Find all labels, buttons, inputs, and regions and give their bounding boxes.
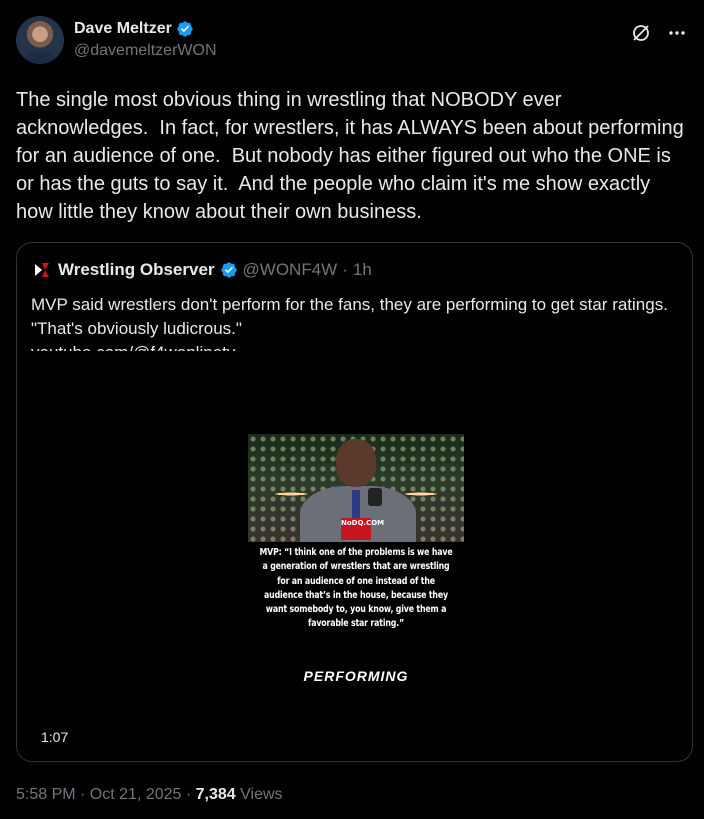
quoted-tweet-header: Wrestling Observer @WONF4W · 1h — [31, 259, 372, 281]
speaker-head — [336, 439, 376, 487]
tweet-text: The single most obvious thing in wrestli… — [16, 89, 690, 223]
quoted-tweet-body: MVP said wrestlers don't perform for the… — [31, 295, 668, 338]
wrestling-observer-avatar[interactable] — [31, 259, 53, 281]
meta-separator: · — [185, 786, 192, 803]
avatar-shirt — [22, 52, 58, 64]
author-display-name[interactable]: Dave Meltzer — [74, 20, 172, 38]
tweet-meta: 5:58 PM · Oct 21, 2025 · 7,384 Views — [16, 786, 283, 804]
quoted-separator: · — [342, 260, 348, 279]
grok-icon[interactable] — [630, 22, 652, 44]
nodq-logo: NoDQ.COM — [341, 518, 384, 540]
author-avatar[interactable] — [16, 16, 64, 64]
quoted-handle[interactable]: @WONF4W — [243, 260, 338, 280]
video-duration: 1:07 — [41, 729, 69, 745]
video-player[interactable]: NoDQ.COM MVP: “I think one of the proble… — [17, 351, 692, 761]
quoted-time[interactable]: 1h — [353, 260, 372, 280]
video-thumbnail: NoDQ.COM — [248, 434, 464, 542]
more-icon[interactable] — [666, 22, 688, 44]
views-label: Views — [240, 786, 283, 803]
quoted-tweet[interactable]: Wrestling Observer @WONF4W · 1h MVP said… — [16, 242, 693, 762]
tweet-timestamp[interactable]: 5:58 PM · Oct 21, 2025 — [16, 786, 181, 803]
views-count: 7,384 — [195, 786, 236, 803]
microphone — [368, 488, 382, 506]
header-actions — [630, 22, 688, 44]
tweet-header: Dave Meltzer @davemeltzerWON — [16, 16, 688, 68]
video-title: PERFORMING — [303, 668, 409, 684]
video-caption: MVP: “I think one of the problems is we … — [259, 547, 453, 630]
verified-badge-icon[interactable] — [176, 20, 194, 38]
author-handle[interactable]: @davemeltzerWON — [74, 42, 217, 60]
quoted-display-name[interactable]: Wrestling Observer — [58, 260, 215, 280]
quoted-verified-badge-icon[interactable] — [220, 261, 238, 279]
author-name-row: Dave Meltzer — [74, 20, 194, 38]
